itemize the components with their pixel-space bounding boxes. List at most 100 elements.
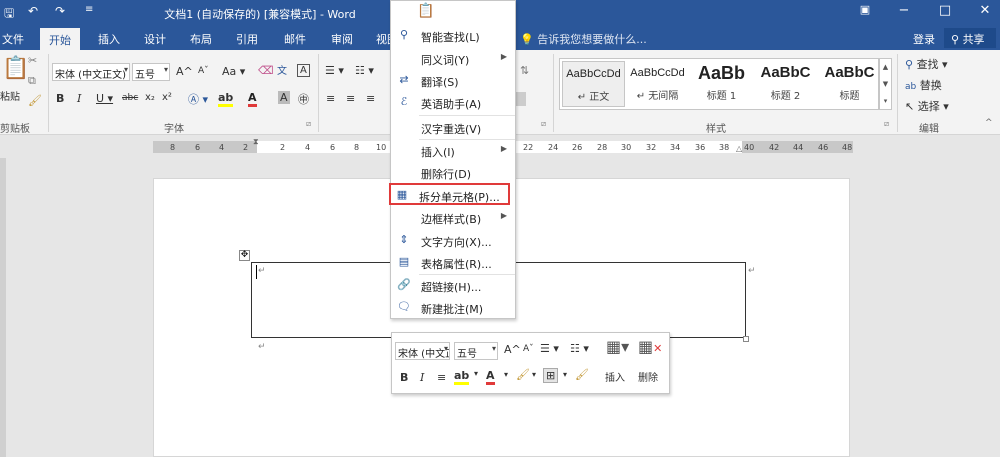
ribbon-display-icon[interactable]: ▣ xyxy=(856,3,874,16)
style-heading-1[interactable]: AaBb 标题 1 xyxy=(690,61,753,107)
share-button[interactable]: ⚲ 共享 xyxy=(944,28,996,48)
align-left-icon[interactable]: ≡ xyxy=(326,92,335,105)
align-center-icon[interactable]: ≡ xyxy=(346,92,355,105)
chevron-down-icon[interactable]: ▾ xyxy=(532,370,536,379)
font-name-combo[interactable]: 宋体 (中文正文) ▾ xyxy=(52,63,130,81)
italic-icon[interactable]: I xyxy=(77,92,81,105)
style-no-spacing[interactable]: AaBbCcDd ↵ 无间隔 xyxy=(626,61,689,107)
sort-icon[interactable]: ⇅ xyxy=(520,64,529,77)
char-border-icon[interactable]: A xyxy=(297,64,310,77)
mini-shading-icon[interactable]: 🖌 xyxy=(516,368,530,381)
right-indent-marker-icon[interactable]: △ xyxy=(736,144,742,153)
styles-dialog-launcher-icon[interactable]: ⧄ xyxy=(884,119,889,129)
cut-icon[interactable]: ✂ xyxy=(28,54,37,67)
mini-font-combo[interactable]: 宋体 (中文正文)▾ xyxy=(395,342,450,360)
menu-item-translate[interactable]: ⇄ 翻译(S) xyxy=(391,70,515,92)
menu-item-synonyms[interactable]: 同义词(Y) ▶ xyxy=(391,48,515,70)
more-styles-icon[interactable]: ▾ xyxy=(880,93,891,110)
tab-review[interactable]: 审阅 xyxy=(331,31,353,47)
mini-shrink-font-icon[interactable]: Aˇ xyxy=(523,344,534,354)
mini-center-icon[interactable]: ≡ xyxy=(437,371,446,384)
menu-item-english-assistant[interactable]: ℰ 英语助手(A) xyxy=(391,92,515,114)
enclose-char-icon[interactable]: ㊥ xyxy=(298,91,309,107)
scroll-down-icon[interactable]: ▼ xyxy=(880,76,891,93)
table-move-handle-icon[interactable]: ✥ xyxy=(239,250,250,261)
collapse-ribbon-icon[interactable]: ^ xyxy=(985,118,993,128)
mini-size-combo[interactable]: 五号 ▾ xyxy=(454,342,498,360)
menu-item-text-direction[interactable]: ⇕ 文字方向(X)... xyxy=(391,230,515,252)
mini-bold-icon[interactable]: B xyxy=(400,371,408,384)
menu-item-insert[interactable]: 插入(I) ▶ xyxy=(391,140,515,162)
login-link[interactable]: 登录 xyxy=(913,31,935,47)
borders-icon[interactable] xyxy=(516,92,526,106)
font-dialog-launcher-icon[interactable]: ⧄ xyxy=(306,119,311,129)
phonetic-guide-icon[interactable]: 文 xyxy=(277,62,287,77)
tab-file[interactable]: 文件 xyxy=(2,31,24,47)
styles-scroll[interactable]: ▲ ▼ ▾ xyxy=(879,58,892,110)
numbering-icon[interactable]: ☷ ▾ xyxy=(355,64,374,77)
replace-button[interactable]: ab 替换 xyxy=(905,77,942,93)
insert-table-icon[interactable]: ▦▾ xyxy=(606,337,629,356)
font-color-icon[interactable]: A xyxy=(248,91,257,107)
style-heading-2[interactable]: AaBbC 标题 2 xyxy=(754,61,817,107)
delete-table-icon[interactable]: ▦✕ xyxy=(638,337,662,356)
style-title[interactable]: AaBbC 标题 xyxy=(818,61,881,107)
clear-format-icon[interactable]: ⌫ xyxy=(258,64,274,77)
tab-insert[interactable]: 插入 xyxy=(98,31,120,47)
superscript-icon[interactable]: x² xyxy=(162,92,172,103)
menu-item-table-properties[interactable]: ▤ 表格属性(R)... xyxy=(391,252,515,274)
style-normal[interactable]: AaBbCcDd ↵ 正文 xyxy=(562,61,625,107)
chevron-down-icon[interactable]: ▾ xyxy=(474,369,478,378)
mini-bullets-icon[interactable]: ☰ ▾ xyxy=(540,342,559,355)
change-case-button[interactable]: Aa ▾ xyxy=(222,65,245,78)
chevron-down-icon[interactable]: ▾ xyxy=(563,370,567,379)
menu-item-delete-row[interactable]: 删除行(D) xyxy=(391,162,515,184)
tab-design[interactable]: 设计 xyxy=(144,31,166,47)
strikethrough-icon[interactable]: abc xyxy=(122,93,138,103)
bold-icon[interactable]: B xyxy=(56,92,64,105)
paste-icon[interactable]: 📋 xyxy=(2,56,29,81)
copy-icon[interactable]: ⧉ xyxy=(28,74,36,88)
shrink-font-icon[interactable]: Aˇ xyxy=(198,66,209,76)
subscript-icon[interactable]: x₂ xyxy=(145,92,155,103)
select-button[interactable]: ↖ 选择 ▾ xyxy=(905,98,949,114)
underline-icon[interactable]: U ▾ xyxy=(96,92,113,105)
tell-me-search[interactable]: 💡 告诉我您想要做什么... xyxy=(520,31,647,47)
tab-home[interactable]: 开始 xyxy=(40,28,80,50)
chevron-down-icon[interactable]: ▾ xyxy=(504,370,508,379)
mini-borders-icon[interactable]: ⊞ xyxy=(543,368,559,383)
tab-references[interactable]: 引用 xyxy=(236,31,258,47)
minimize-icon[interactable]: − xyxy=(895,3,913,18)
highlighter-icon[interactable]: ab xyxy=(218,91,234,107)
close-icon[interactable]: ✕ xyxy=(976,3,994,18)
indent-marker-icon[interactable]: ⧗ xyxy=(253,137,259,147)
mini-grow-font-icon[interactable]: A^ xyxy=(504,343,521,356)
menu-item-smart-lookup[interactable]: ⚲ 智能查找(L) xyxy=(391,25,515,47)
mini-insert-label[interactable]: 插入 xyxy=(605,369,625,384)
paragraph-dialog-launcher-icon[interactable]: ⧄ xyxy=(541,119,546,129)
paste-label[interactable]: 粘贴 xyxy=(0,88,20,103)
menu-item-new-comment[interactable]: 🗨 新建批注(M) xyxy=(391,297,515,319)
menu-item-reconvert[interactable]: 汉字重选(V) xyxy=(391,117,515,139)
menu-item-split-cells[interactable]: ▦ 拆分单元格(P)... xyxy=(389,183,510,205)
mini-font-color-icon[interactable]: A xyxy=(486,369,495,385)
restore-icon[interactable]: □ xyxy=(936,3,954,18)
find-button[interactable]: ⚲ 查找 ▾ xyxy=(905,56,948,72)
align-right-icon[interactable]: ≡ xyxy=(366,92,375,105)
font-size-combo[interactable]: 五号 ▾ xyxy=(132,63,170,81)
bullets-icon[interactable]: ☰ ▾ xyxy=(325,64,344,77)
tab-layout[interactable]: 布局 xyxy=(190,31,212,47)
format-painter-icon[interactable]: 🖌 xyxy=(28,94,42,107)
mini-italic-icon[interactable]: I xyxy=(420,371,424,384)
menu-item-border-styles[interactable]: 边框样式(B) ▶ xyxy=(391,207,515,229)
table-resize-handle-icon[interactable] xyxy=(743,336,749,342)
grow-font-icon[interactable]: A^ xyxy=(176,65,193,78)
menu-item-hyperlink[interactable]: 🔗 超链接(H)... xyxy=(391,275,515,297)
tab-mailings[interactable]: 邮件 xyxy=(284,31,306,47)
scroll-up-icon[interactable]: ▲ xyxy=(880,59,891,76)
mini-format-painter-icon[interactable]: 🖌 xyxy=(575,368,589,381)
mini-numbering-icon[interactable]: ☷ ▾ xyxy=(570,342,589,355)
mini-delete-label[interactable]: 删除 xyxy=(638,369,658,384)
char-shading-icon[interactable]: A xyxy=(278,91,290,104)
mini-highlighter-icon[interactable]: ab xyxy=(454,369,470,385)
